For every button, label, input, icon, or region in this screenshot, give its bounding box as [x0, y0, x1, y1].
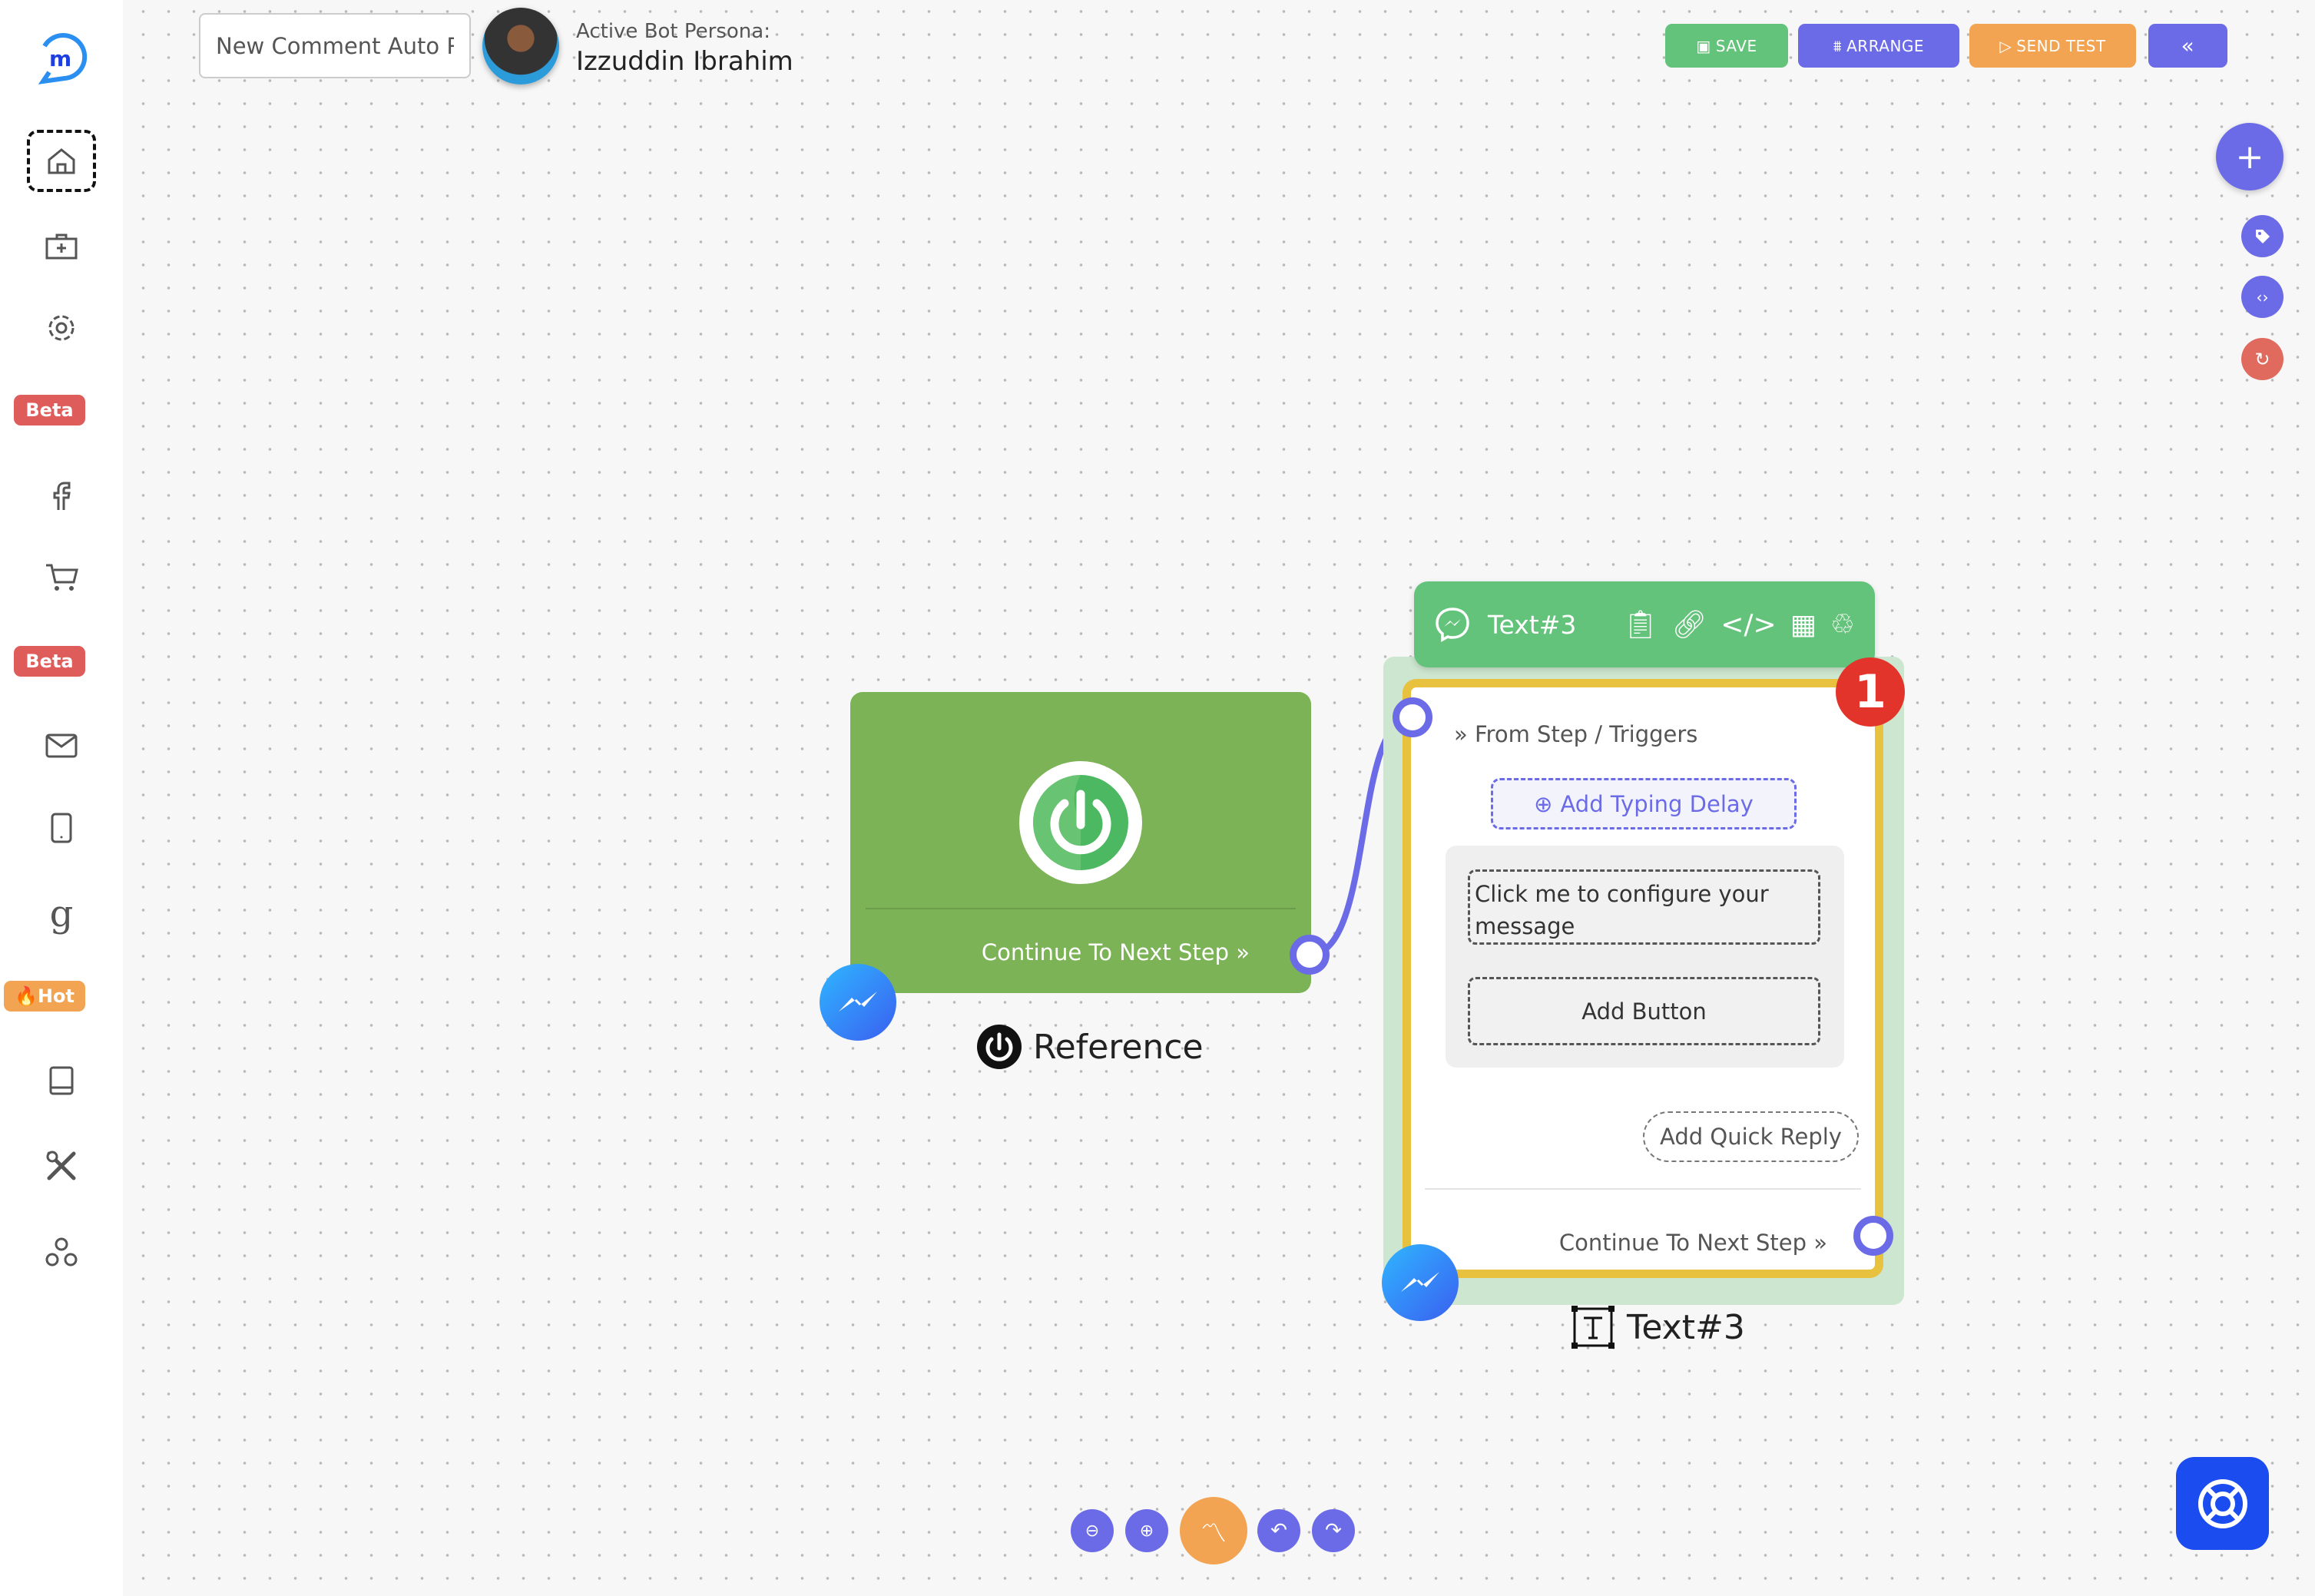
from-step-triggers: » From Step / Triggers — [1454, 721, 1697, 747]
continue-label: Continue To Next Step — [981, 939, 1230, 965]
start-node-caption: Reference — [976, 1024, 1204, 1070]
link-icon[interactable]: 🔗︎ — [1672, 608, 1707, 641]
caption-text: Reference — [1033, 1027, 1204, 1067]
text-node-caption: Text#3 — [1570, 1304, 1745, 1350]
continue-to-next-step[interactable]: Continue To Next Step » — [1559, 1230, 1827, 1256]
undo-icon: ↶ — [1270, 1519, 1287, 1542]
help-button[interactable] — [2176, 1457, 2269, 1550]
clipboard-icon[interactable]: 📋︎ — [1623, 608, 1658, 641]
messenger-icon — [1436, 608, 1469, 643]
power-icon — [1019, 761, 1142, 884]
text-input-port[interactable] — [1393, 697, 1432, 737]
power-icon — [977, 1025, 1022, 1069]
code-icon[interactable]: </> — [1721, 609, 1776, 641]
text-output-port[interactable] — [1853, 1216, 1893, 1256]
zoom-out-button[interactable]: ⊖ — [1071, 1509, 1114, 1552]
start-output-port[interactable] — [1290, 935, 1330, 975]
add-button-button[interactable]: Add Button — [1468, 977, 1820, 1045]
start-node[interactable]: Continue To Next Step » — [850, 692, 1311, 993]
chevron-right-icon: » — [1454, 721, 1475, 747]
add-quick-reply-button[interactable]: Add Quick Reply — [1643, 1111, 1859, 1162]
divider — [1425, 1188, 1861, 1190]
messenger-icon — [820, 964, 896, 1041]
from-label: From Step / Triggers — [1474, 721, 1698, 747]
text-icon — [1571, 1306, 1615, 1349]
continue-label: Continue To Next Step — [1558, 1230, 1807, 1256]
add-typing-delay-button[interactable]: ⊕ Add Typing Delay — [1491, 778, 1797, 829]
chart-search-icon: 〽 — [1201, 1518, 1227, 1549]
zoom-in-button[interactable]: ⊕ — [1125, 1509, 1168, 1552]
undo-button[interactable]: ↶ — [1257, 1509, 1300, 1552]
messenger-icon — [1382, 1244, 1459, 1321]
zoom-out-icon: ⊖ — [1085, 1521, 1100, 1541]
zoom-in-icon: ⊕ — [1139, 1521, 1154, 1541]
message-config-area[interactable]: Click me to configure your message — [1468, 869, 1820, 945]
node-title: Text#3 — [1488, 609, 1577, 640]
text-node[interactable]: » From Step / Triggers ⊕ Add Typing Delay… — [1403, 679, 1883, 1278]
divider — [866, 908, 1296, 909]
chevron-right-icon: » — [1236, 939, 1250, 965]
plus-circle-icon: ⊕ — [1534, 790, 1553, 817]
lifebuoy-icon — [2197, 1478, 2247, 1528]
continue-to-next-step[interactable]: Continue To Next Step » — [982, 939, 1250, 965]
fit-view-button[interactable]: 〽 — [1180, 1497, 1247, 1565]
caption-text: Text#3 — [1627, 1307, 1745, 1347]
redo-button[interactable]: ↷ — [1312, 1509, 1355, 1552]
chevron-right-icon: » — [1813, 1230, 1827, 1256]
webhook-icon[interactable]: ♲ — [1830, 609, 1855, 641]
typing-delay-label: Add Typing Delay — [1560, 790, 1754, 817]
redo-icon: ↷ — [1325, 1519, 1342, 1542]
error-count-badge: 1 — [1836, 657, 1905, 727]
qr-code-icon[interactable]: ▦ — [1790, 609, 1817, 641]
badge-count: 1 — [1854, 665, 1886, 719]
text-node-header[interactable]: Text#3 📋︎ 🔗︎ </> ▦ ♲ — [1414, 581, 1875, 667]
message-block: Click me to configure your message Add B… — [1446, 846, 1844, 1068]
